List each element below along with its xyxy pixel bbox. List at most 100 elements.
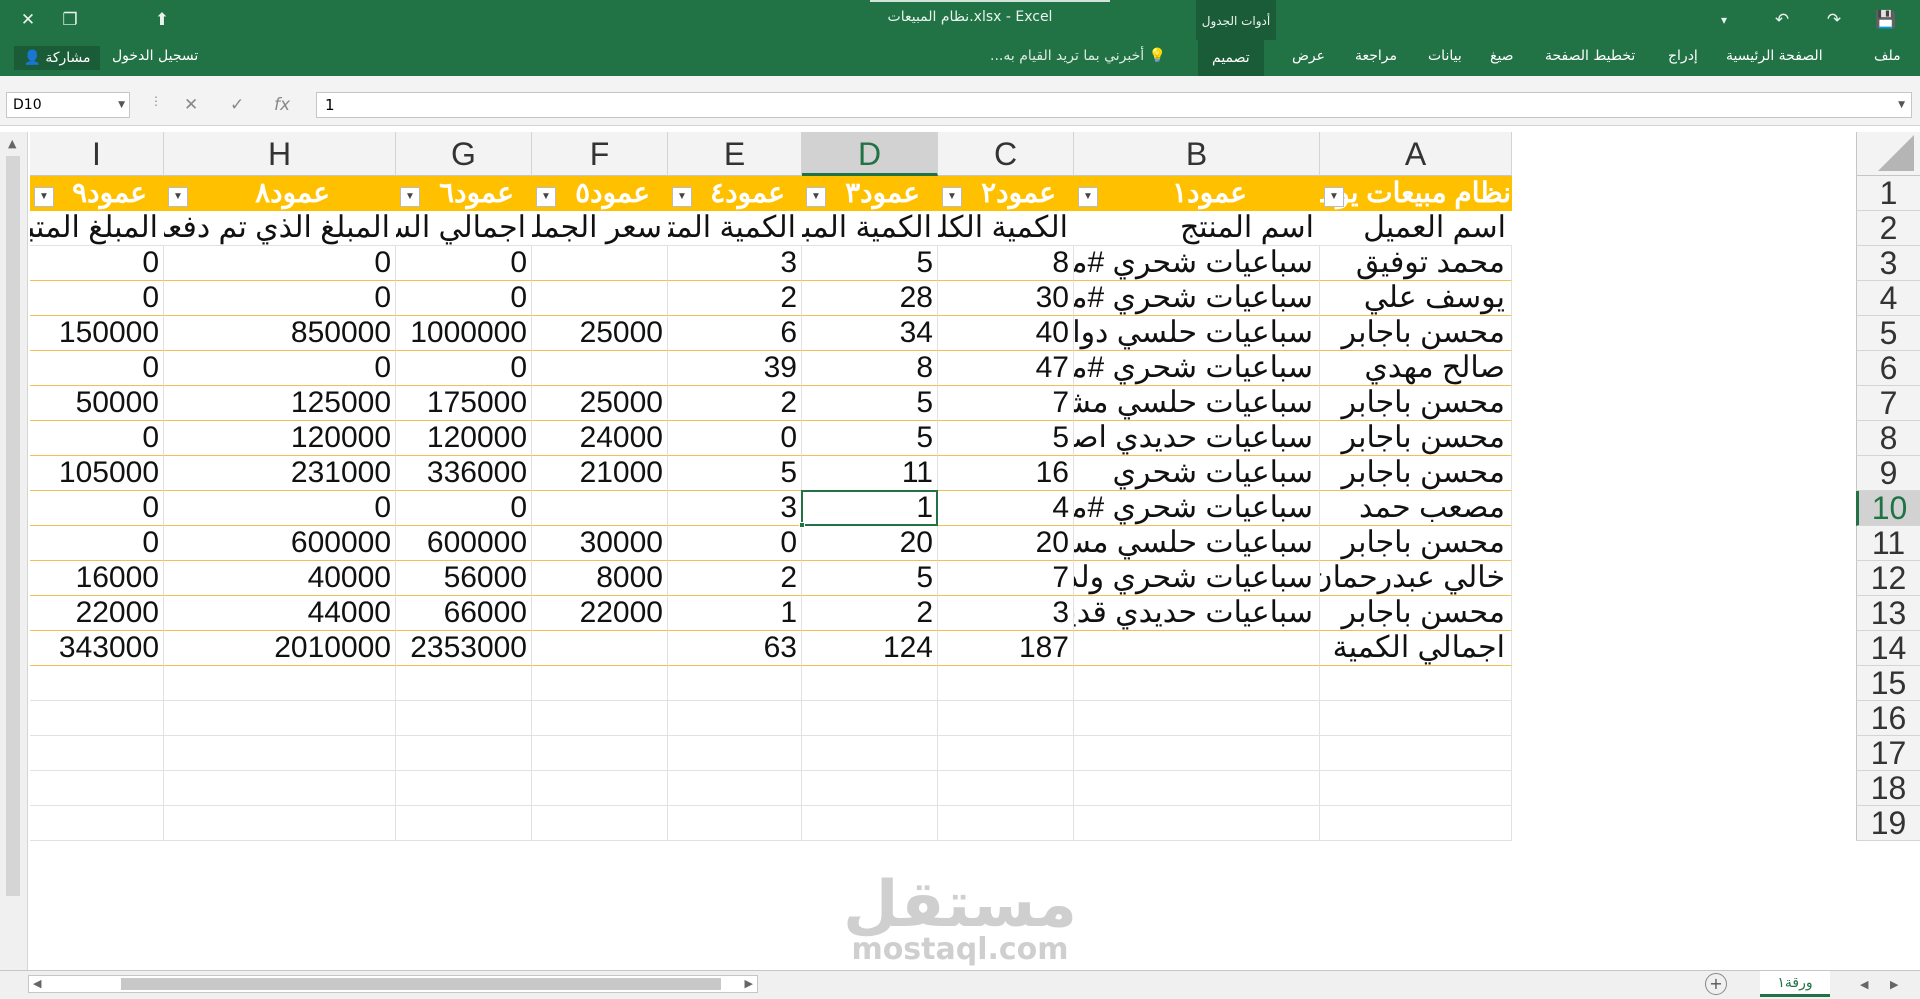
cell-g13[interactable]: 66000	[396, 596, 532, 631]
cell-c4[interactable]: 30	[938, 281, 1074, 316]
filter-dropdown-icon[interactable]: ▼	[806, 187, 826, 207]
tab-view[interactable]: عرض	[1292, 48, 1325, 64]
filter-dropdown-icon[interactable]: ▼	[1324, 187, 1344, 207]
cell-e12[interactable]: 2	[668, 561, 802, 596]
empty-cell[interactable]	[532, 736, 668, 771]
table-header-h[interactable]: عمود٨ ▼	[164, 176, 396, 211]
filter-dropdown-icon[interactable]: ▼	[168, 187, 188, 207]
customize-qat-icon[interactable]: ▾	[1710, 6, 1738, 34]
cell-h3[interactable]: 0	[164, 246, 396, 281]
empty-cell[interactable]	[532, 701, 668, 736]
empty-cell[interactable]	[802, 701, 938, 736]
cell-e5[interactable]: 6	[668, 316, 802, 351]
cell-b11[interactable]: سباعيات حلسي مسجات	[1074, 526, 1320, 561]
row-header-7[interactable]: 7	[1856, 386, 1920, 421]
column-header-b[interactable]: B	[1074, 132, 1320, 176]
cell-f8[interactable]: 24000	[532, 421, 668, 456]
empty-cell[interactable]	[396, 701, 532, 736]
cell-c11[interactable]: 20	[938, 526, 1074, 561]
table-header-b[interactable]: عمود١ ▼	[1074, 176, 1320, 211]
cell-f13[interactable]: 22000	[532, 596, 668, 631]
tab-file[interactable]: ملف	[1874, 48, 1901, 64]
filter-dropdown-icon[interactable]: ▼	[400, 187, 420, 207]
cell-g3[interactable]: 0	[396, 246, 532, 281]
scroll-right-icon[interactable]: ▶	[745, 976, 753, 992]
column-title-g[interactable]: اجمالي السعر	[396, 211, 532, 246]
table-header-d[interactable]: عمود٣ ▼	[802, 176, 938, 211]
cell-a5[interactable]: محسن باجابر	[1320, 316, 1512, 351]
ribbon-display-icon[interactable]: ⬆	[148, 6, 176, 34]
cell-c9[interactable]: 16	[938, 456, 1074, 491]
cell-i5[interactable]: 150000	[30, 316, 164, 351]
cell-h6[interactable]: 0	[164, 351, 396, 386]
table-header-f[interactable]: عمود٥ ▼	[532, 176, 668, 211]
cell-b13[interactable]: سباعيات حديدي قديم	[1074, 596, 1320, 631]
empty-cell[interactable]	[802, 771, 938, 806]
tab-insert[interactable]: إدراج	[1668, 48, 1698, 64]
cell-h13[interactable]: 44000	[164, 596, 396, 631]
undo-icon[interactable]: ↶	[1768, 6, 1796, 34]
cell-g12[interactable]: 56000	[396, 561, 532, 596]
empty-cell[interactable]	[30, 806, 164, 841]
filter-dropdown-icon[interactable]: ▼	[1078, 187, 1098, 207]
cell-a8[interactable]: محسن باجابر	[1320, 421, 1512, 456]
cell-i13[interactable]: 22000	[30, 596, 164, 631]
row-header-17[interactable]: 17	[1856, 736, 1920, 771]
empty-cell[interactable]	[938, 666, 1074, 701]
row-header-6[interactable]: 6	[1856, 351, 1920, 386]
total-cell-g[interactable]: 2353000	[396, 631, 532, 666]
cell-a7[interactable]: محسن باجابر	[1320, 386, 1512, 421]
cell-d7[interactable]: 5	[802, 386, 938, 421]
total-cell-a[interactable]: اجمالي الكمية	[1320, 631, 1512, 666]
cell-d10[interactable]: 1	[802, 491, 938, 526]
cell-f10[interactable]	[532, 491, 668, 526]
cell-h4[interactable]: 0	[164, 281, 396, 316]
cell-i4[interactable]: 0	[30, 281, 164, 316]
cell-b8[interactable]: سباعيات حديدي اصلي	[1074, 421, 1320, 456]
cell-d4[interactable]: 28	[802, 281, 938, 316]
cell-d5[interactable]: 34	[802, 316, 938, 351]
empty-cell[interactable]	[802, 806, 938, 841]
empty-cell[interactable]	[1074, 771, 1320, 806]
scroll-left-icon[interactable]: ◀	[33, 976, 41, 992]
row-header-10[interactable]: 10	[1856, 491, 1920, 526]
column-title-c[interactable]: الكمية الكلية	[938, 211, 1074, 246]
column-title-f[interactable]: سعر الجملة	[532, 211, 668, 246]
empty-cell[interactable]	[30, 736, 164, 771]
cell-a10[interactable]: مصعب حمد	[1320, 491, 1512, 526]
row-header-2[interactable]: 2	[1856, 211, 1920, 246]
empty-cell[interactable]	[532, 666, 668, 701]
empty-cell[interactable]	[164, 701, 396, 736]
cell-h9[interactable]: 231000	[164, 456, 396, 491]
cell-c10[interactable]: 4	[938, 491, 1074, 526]
total-cell-h[interactable]: 2010000	[164, 631, 396, 666]
sheet-nav-prev-icon[interactable]: ◀	[1860, 977, 1868, 993]
cell-b6[interactable]: سباعيات شحري #مسدد	[1074, 351, 1320, 386]
empty-cell[interactable]	[164, 806, 396, 841]
cell-f7[interactable]: 25000	[532, 386, 668, 421]
row-header-4[interactable]: 4	[1856, 281, 1920, 316]
column-header-h[interactable]: H	[164, 132, 396, 176]
scroll-up-icon[interactable]: ▲	[8, 136, 16, 152]
cell-b10[interactable]: سباعيات شحري #مسدد	[1074, 491, 1320, 526]
cell-c3[interactable]: 8	[938, 246, 1074, 281]
filter-dropdown-icon[interactable]: ▼	[942, 187, 962, 207]
cell-f11[interactable]: 30000	[532, 526, 668, 561]
empty-cell[interactable]	[668, 771, 802, 806]
empty-cell[interactable]	[802, 666, 938, 701]
empty-cell[interactable]	[1074, 736, 1320, 771]
name-box-dropdown-icon[interactable]: ▼	[118, 93, 125, 117]
cell-e6[interactable]: 39	[668, 351, 802, 386]
column-header-c[interactable]: C	[938, 132, 1074, 176]
cell-e3[interactable]: 3	[668, 246, 802, 281]
filter-dropdown-icon[interactable]: ▼	[34, 187, 54, 207]
name-box[interactable]: D10 ▼	[6, 92, 130, 118]
tab-formulas[interactable]: صيغ	[1490, 48, 1514, 64]
column-header-a[interactable]: A	[1320, 132, 1512, 176]
horizontal-scroll-thumb[interactable]	[121, 978, 721, 990]
cell-d6[interactable]: 8	[802, 351, 938, 386]
insert-function-icon[interactable]: fx	[274, 92, 290, 118]
column-title-d[interactable]: الكمية المباعة	[802, 211, 938, 246]
cell-g4[interactable]: 0	[396, 281, 532, 316]
empty-cell[interactable]	[668, 806, 802, 841]
